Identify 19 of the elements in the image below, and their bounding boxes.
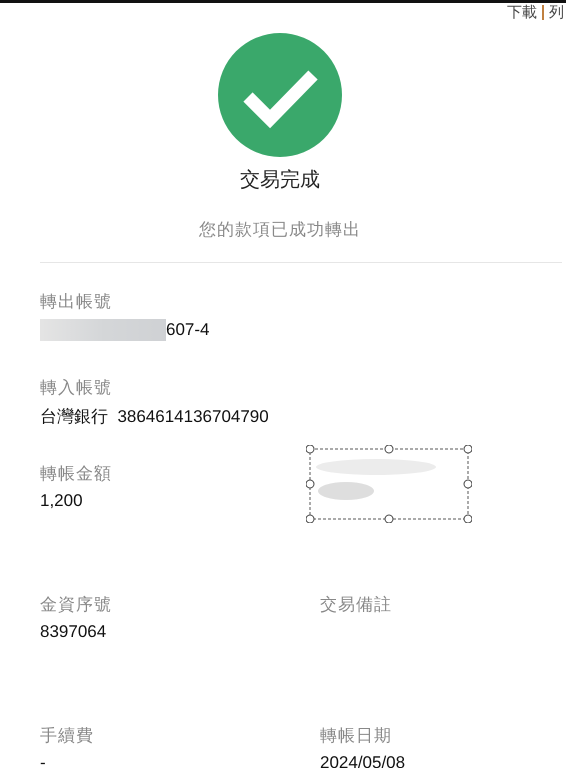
- field-label: 轉入帳號: [40, 377, 113, 399]
- field-label: 金資序號: [40, 594, 113, 616]
- field-label: 交易備註: [320, 594, 393, 616]
- field-value: 2024/05/08: [320, 753, 406, 768]
- check-icon: [218, 33, 342, 157]
- field-value: 1,200: [40, 491, 83, 511]
- field-label: 轉帳金額: [40, 463, 113, 485]
- status-message: 您的款項已成功轉出: [199, 219, 361, 241]
- field-value: 台灣銀行 3864614136704790: [40, 406, 269, 428]
- field-label: 手續費: [40, 725, 95, 747]
- field-value: 607-4: [166, 320, 210, 340]
- field-label: 轉出帳號: [40, 291, 113, 313]
- status-title: 交易完成: [240, 168, 320, 193]
- field-value: 8397064: [40, 622, 106, 642]
- top-link[interactable]: 列: [549, 4, 564, 21]
- field-label: 轉帳日期: [320, 725, 393, 747]
- selection-box[interactable]: [306, 445, 472, 523]
- field-value: -: [40, 753, 46, 768]
- top-link[interactable]: 下載: [507, 4, 537, 21]
